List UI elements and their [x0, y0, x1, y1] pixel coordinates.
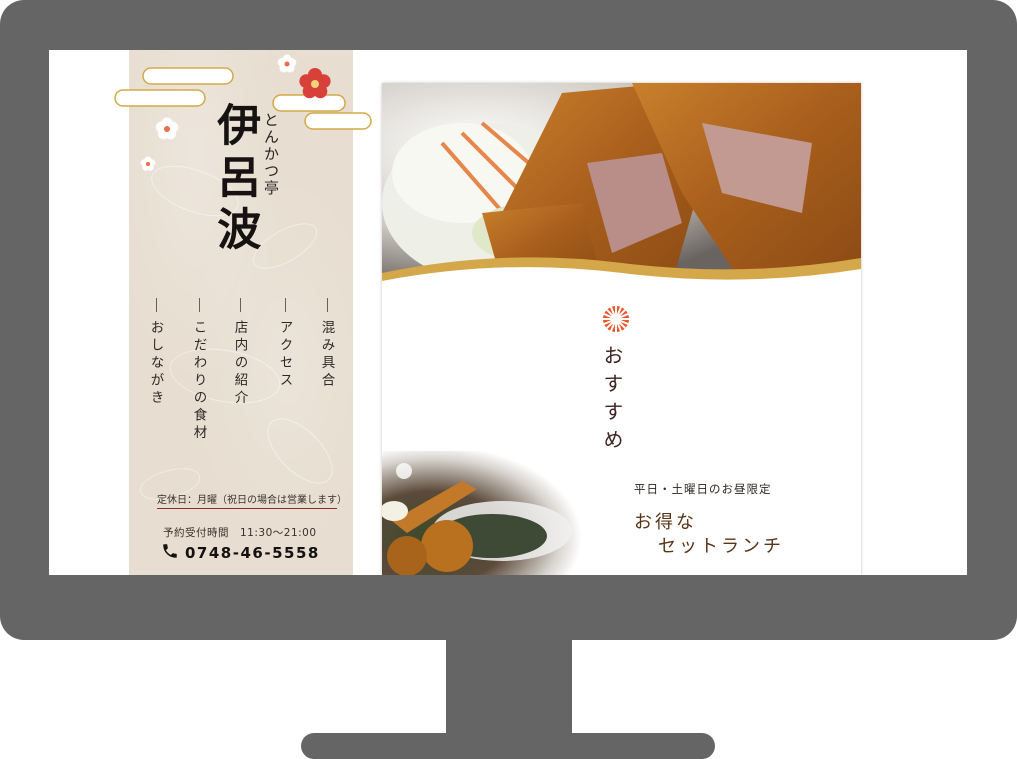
nav-tick [285, 298, 286, 312]
recommend-heading: おすすめ [600, 345, 624, 457]
phone-number-link[interactable]: 0748-46-5558 [161, 542, 320, 564]
monitor-stand-base [301, 733, 715, 759]
website-screen: とんかつ亭 伊呂波 混み具合 アクセス 店内の紹介 こだわりの食材 おしながき … [49, 50, 967, 575]
nav-item-label: 店内の紹介 [231, 320, 248, 408]
nav-tick [327, 298, 328, 312]
nav-tick [240, 298, 241, 312]
nav-item-label: おしながき [147, 320, 164, 408]
chrysanthemum-crest-icon [603, 306, 629, 332]
nav-item-access[interactable]: アクセス [277, 298, 293, 458]
nav-tick [199, 298, 200, 312]
lunch-title-line-1[interactable]: お得な [634, 508, 697, 534]
nav-item-label: アクセス [276, 320, 293, 390]
reservation-hours: 予約受付時間 11:30〜21:00 [163, 527, 317, 539]
fried-shrimp-plate-image[interactable] [382, 451, 582, 575]
logo-name[interactable]: 伊呂波 [209, 102, 260, 258]
nav-item-ingredients[interactable]: こだわりの食材 [191, 298, 207, 458]
nav-item-congestion[interactable]: 混み具合 [319, 298, 335, 458]
nav-item-label: 混み具合 [318, 320, 335, 390]
phone-icon [161, 542, 179, 564]
monitor-stand-neck [446, 636, 572, 741]
divider [157, 508, 337, 509]
logo-subtitle: とんかつ亭 [262, 112, 280, 197]
main-content: おすすめ 平日・土曜日のお昼限定 お得な セットランチ [382, 83, 861, 575]
nav-item-label: こだわりの食材 [190, 320, 207, 443]
nav-item-menu[interactable]: おしながき [148, 298, 164, 458]
tonkatsu-hero-image [382, 83, 861, 293]
nav-tick [156, 298, 157, 312]
phone-number: 0748-46-5558 [185, 544, 320, 562]
nav-item-interior[interactable]: 店内の紹介 [232, 298, 248, 458]
holiday-info: 定休日：月曜（祝日の場合は営業します） [157, 495, 347, 506]
lunch-limited-note: 平日・土曜日のお昼限定 [634, 482, 772, 496]
lunch-title-line-2[interactable]: セットランチ [658, 532, 784, 558]
